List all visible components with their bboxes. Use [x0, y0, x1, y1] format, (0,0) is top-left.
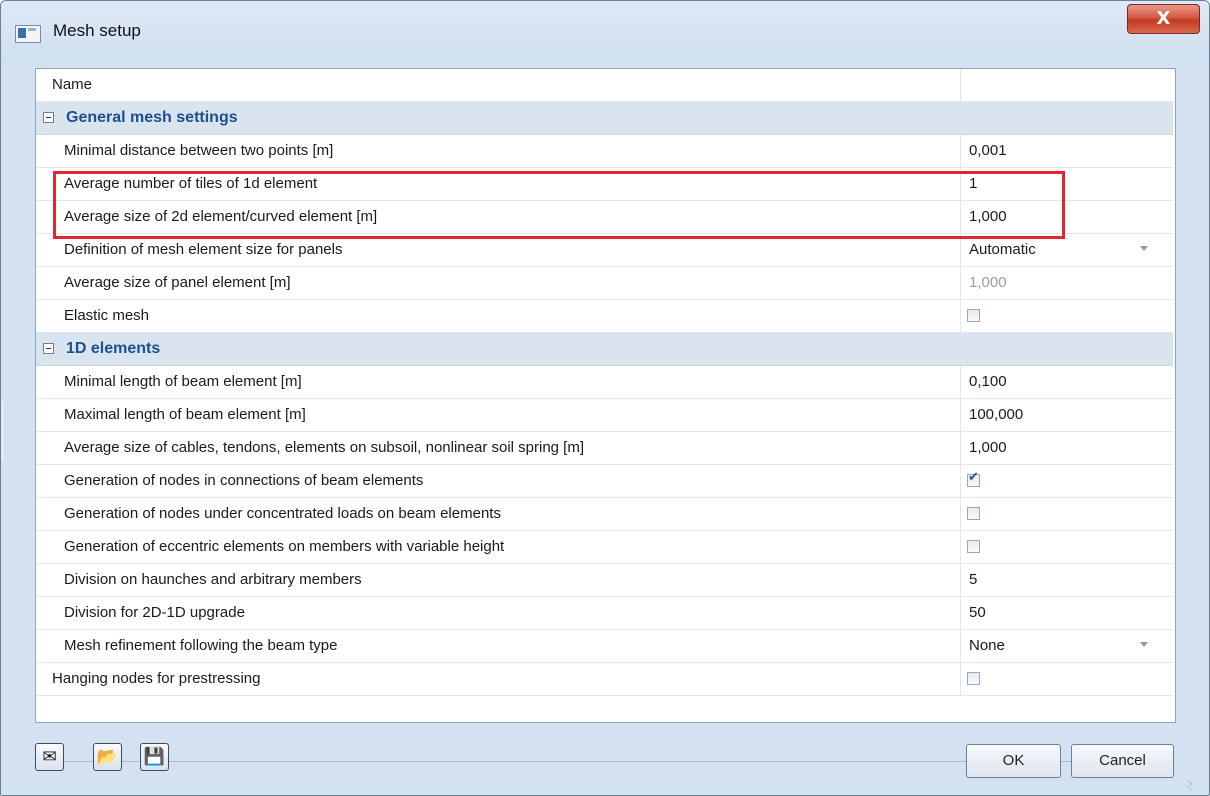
property-name: Generation of nodes under concentrated l… — [36, 498, 961, 530]
property-row[interactable]: Division on haunches and arbitrary membe… — [36, 564, 1173, 597]
property-value: 1,000 — [969, 274, 1007, 291]
property-row[interactable]: Division for 2D-1D upgrade 50 — [36, 597, 1173, 630]
property-checkbox[interactable] — [967, 507, 980, 520]
chevron-down-icon[interactable] — [1140, 642, 1148, 647]
export-icon: ✉ — [42, 747, 57, 767]
mesh-setup-dialog: Mesh setup X Name General mesh settings Mi… — [0, 0, 1210, 796]
property-value[interactable]: 0,001 — [961, 135, 1173, 167]
property-checkbox[interactable] — [967, 540, 980, 553]
property-row[interactable]: Generation of eccentric elements on memb… — [36, 531, 1173, 564]
open-folder-icon: 📂 — [96, 747, 119, 767]
property-value[interactable]: 0,100 — [961, 366, 1173, 398]
property-row[interactable]: Generation of nodes under concentrated l… — [36, 498, 1173, 531]
property-value[interactable]: 100,000 — [961, 399, 1173, 431]
group-label: 1D elements — [66, 340, 161, 357]
chevron-down-icon[interactable] — [1140, 246, 1148, 251]
group-header[interactable]: General mesh settings — [36, 102, 1173, 135]
column-header-name: Name — [36, 69, 961, 101]
property-name: Average number of tiles of 1d element — [36, 168, 961, 200]
collapse-icon[interactable] — [43, 343, 54, 354]
property-row[interactable]: Minimal length of beam element [m] 0,100 — [36, 366, 1173, 399]
group-cell: General mesh settings — [36, 102, 1173, 134]
property-row[interactable]: Generation of nodes in connections of be… — [36, 465, 1173, 498]
property-row[interactable]: Elastic mesh — [36, 300, 1173, 333]
property-name: Mesh refinement following the beam type — [36, 630, 961, 662]
property-row[interactable]: Mesh refinement following the beam type N… — [36, 630, 1173, 663]
group-cell: 1D elements — [36, 333, 1173, 365]
save-button[interactable]: 💾 — [140, 743, 169, 771]
property-row[interactable]: Average size of cables, tendons, element… — [36, 432, 1173, 465]
grid-header: Name — [36, 69, 1173, 102]
cancel-button[interactable]: Cancel — [1071, 744, 1174, 778]
property-name: Average size of cables, tendons, element… — [36, 432, 961, 464]
property-checkbox[interactable] — [967, 470, 980, 487]
window-title: Mesh setup — [53, 21, 141, 40]
property-name: Division on haunches and arbitrary membe… — [36, 564, 961, 596]
property-name: Minimal length of beam element [m] — [36, 366, 961, 398]
property-name: Generation of nodes in connections of be… — [36, 465, 961, 497]
property-value[interactable]: 1,000 — [961, 201, 1173, 233]
title-bar[interactable]: Mesh setup X — [1, 1, 1209, 61]
property-grid-panel: Name General mesh settings Minimal distanc… — [35, 68, 1176, 723]
property-row[interactable]: Average size of 2d element/curved elemen… — [36, 201, 1173, 234]
property-row[interactable]: Definition of mesh element size for pane… — [36, 234, 1173, 267]
window-icon — [15, 25, 41, 43]
open-button[interactable]: 📂 — [93, 743, 122, 771]
property-name: Elastic mesh — [36, 300, 961, 332]
collapse-icon[interactable] — [43, 112, 54, 123]
resize-grip[interactable]: ·. ·: — [1187, 777, 1201, 793]
group-header[interactable]: 1D elements — [36, 333, 1173, 366]
property-grid: Name General mesh settings Minimal distanc… — [36, 69, 1173, 696]
column-header-value — [961, 69, 1173, 101]
property-row[interactable]: Average number of tiles of 1d element 1 — [36, 168, 1173, 201]
property-name: Minimal distance between two points [m] — [36, 135, 961, 167]
group-label: General mesh settings — [66, 109, 238, 126]
property-value[interactable]: 1,000 — [961, 432, 1173, 464]
property-row[interactable]: Minimal distance between two points [m] 0… — [36, 135, 1173, 168]
property-row[interactable]: Average size of panel element [m] 1,000 — [36, 267, 1173, 300]
property-value[interactable]: 5 — [961, 564, 1173, 596]
property-checkbox[interactable] — [967, 672, 980, 685]
property-name: Maximal length of beam element [m] — [36, 399, 961, 431]
close-button[interactable]: X — [1127, 4, 1200, 34]
window-edge — [1, 401, 4, 461]
property-name: Average size of 2d element/curved elemen… — [36, 201, 961, 233]
property-row[interactable]: Hanging nodes for prestressing — [36, 663, 1173, 696]
export-button[interactable]: ✉ — [35, 743, 64, 771]
property-name: Generation of eccentric elements on memb… — [36, 531, 961, 563]
dialog-footer: ✉ 📂 💾 OK Cancel ·. ·: — [1, 727, 1209, 795]
ok-button[interactable]: OK — [966, 744, 1061, 778]
property-value[interactable]: 1 — [961, 168, 1173, 200]
property-name: Hanging nodes for prestressing — [36, 663, 961, 695]
property-value[interactable]: 50 — [961, 597, 1173, 629]
property-name: Division for 2D-1D upgrade — [36, 597, 961, 629]
property-name: Definition of mesh element size for pane… — [36, 234, 961, 266]
property-checkbox[interactable] — [967, 309, 980, 322]
save-icon: 💾 — [143, 747, 166, 767]
property-name: Average size of panel element [m] — [36, 267, 961, 299]
property-row[interactable]: Maximal length of beam element [m] 100,00… — [36, 399, 1173, 432]
